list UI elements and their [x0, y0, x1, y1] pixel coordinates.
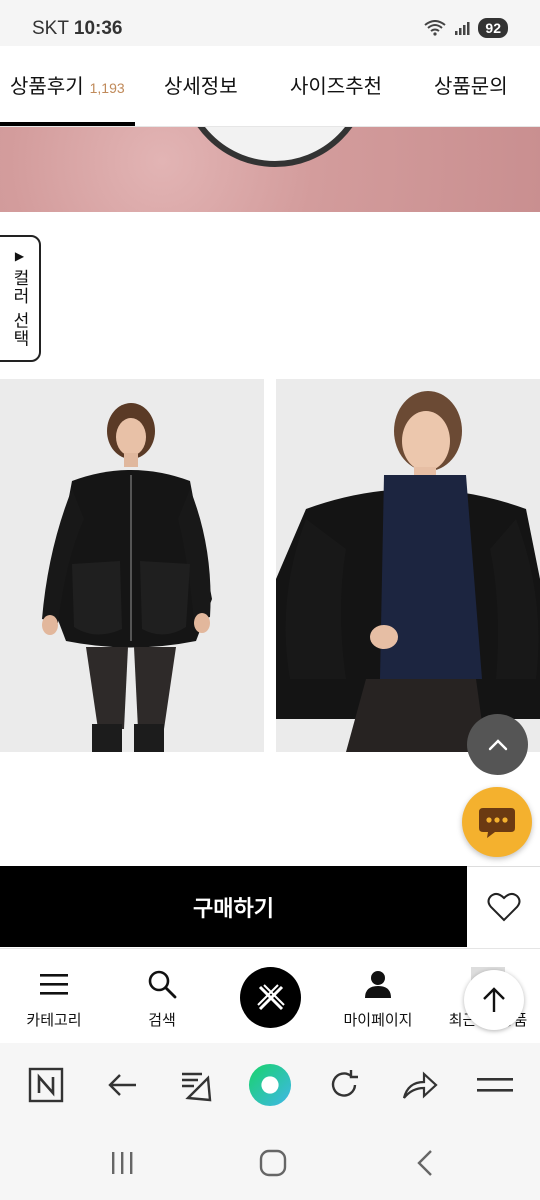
recent-apps-button[interactable] [102, 1147, 142, 1179]
purchase-bar: 구매하기 [0, 866, 540, 947]
color-select-tab[interactable]: ▶ 컬러 선택 [0, 235, 41, 362]
browser-refresh-button[interactable] [322, 1063, 366, 1107]
chat-bubble-icon [479, 808, 515, 838]
browser-back-button[interactable] [100, 1063, 144, 1107]
status-bar: SKT 10:36 92 [0, 0, 540, 46]
home-button[interactable] [253, 1147, 293, 1179]
bottom-nav: 카테고리 검색 마이페이지 최근 본 상품 [0, 948, 540, 1043]
battery-badge: 92 [478, 18, 508, 38]
arrow-left-icon [108, 1074, 136, 1096]
nav-search-label: 검색 [148, 1011, 176, 1029]
browser-menu-button[interactable] [473, 1063, 517, 1107]
signal-icon [455, 22, 470, 35]
color-select-label: 컬러 선택 [9, 269, 29, 348]
person-icon [365, 971, 391, 998]
tab-inquiry[interactable]: 상품문의 [434, 70, 508, 99]
naver-n-icon [28, 1067, 64, 1103]
tab-size-recommend[interactable]: 사이즈추천 [290, 70, 382, 99]
browser-tabs-button[interactable] [174, 1063, 218, 1107]
brand-logo-icon [256, 983, 285, 1010]
status-left: SKT 10:36 [32, 18, 123, 40]
time-label: 10:36 [73, 18, 123, 39]
detail-image-texture [0, 127, 540, 212]
tab-reviews[interactable]: 상품후기 1,193 [10, 70, 125, 99]
search-icon [148, 970, 177, 999]
active-tab-indicator [0, 122, 135, 126]
play-arrow-icon: ▶ [14, 249, 25, 263]
recent-apps-icon [112, 1152, 133, 1174]
refresh-icon [331, 1070, 358, 1097]
product-photo-closeup [276, 379, 540, 752]
nav-category[interactable]: 카테고리 [4, 967, 104, 1030]
tab-details[interactable]: 상세정보 [164, 70, 238, 99]
system-back-button[interactable] [405, 1147, 445, 1179]
heart-icon [487, 892, 520, 922]
android-nav-bar [0, 1125, 540, 1200]
naver-home-button[interactable] [24, 1063, 68, 1107]
buy-button[interactable]: 구매하기 [0, 866, 467, 947]
status-right: 92 [424, 18, 508, 38]
browser-toolbar [0, 1043, 540, 1125]
home-square-icon [259, 1149, 287, 1177]
share-arrow-icon [402, 1071, 438, 1099]
browser-share-button[interactable] [398, 1063, 442, 1107]
scroll-up-button[interactable] [467, 714, 528, 775]
chat-button[interactable] [462, 787, 532, 857]
chevron-up-icon [488, 738, 507, 750]
model-closeup-figure [276, 379, 540, 752]
product-tabs: 상품후기 1,193 상세정보 사이즈추천 상품문의 [0, 46, 540, 127]
carrier-label: SKT [32, 18, 69, 39]
hamburger-icon [40, 974, 68, 995]
pages-icon [182, 1072, 212, 1102]
float-scroll-top-button[interactable] [464, 970, 524, 1030]
product-photo-front [0, 379, 264, 752]
nav-mypage-label: 마이페이지 [343, 1011, 413, 1029]
menu-lines-icon [477, 1078, 513, 1092]
wishlist-button[interactable] [467, 866, 540, 947]
nav-mypage[interactable]: 마이페이지 [328, 967, 428, 1030]
chevron-left-icon [417, 1150, 432, 1176]
arrow-up-icon [483, 987, 505, 1012]
green-dot-icon [248, 1063, 292, 1107]
nav-category-label: 카테고리 [26, 1011, 82, 1029]
review-count: 1,193 [89, 80, 125, 96]
wifi-icon [424, 20, 447, 36]
mirror-shape [180, 127, 370, 167]
nav-home-logo[interactable] [240, 967, 301, 1028]
model-front-figure [0, 379, 264, 752]
tab-reviews-label: 상품후기 [10, 74, 84, 98]
green-dot-button[interactable] [248, 1063, 292, 1107]
nav-search[interactable]: 검색 [112, 967, 212, 1030]
